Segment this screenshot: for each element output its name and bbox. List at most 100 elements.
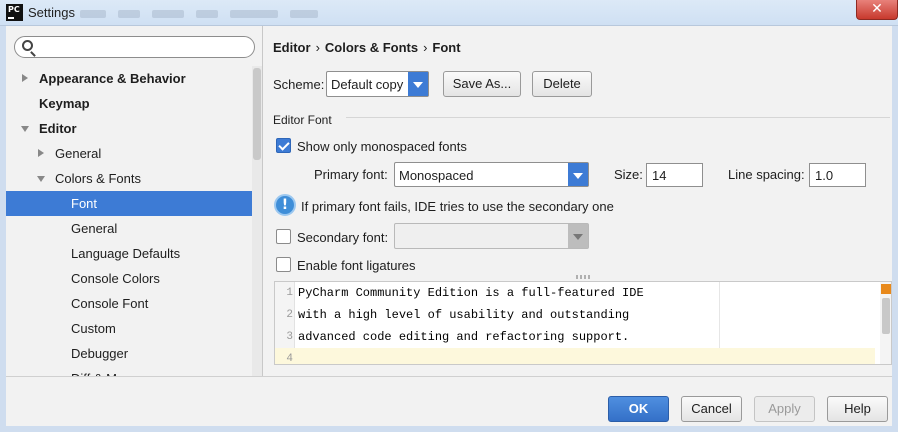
chevron-down-icon[interactable] — [568, 163, 588, 186]
tree-item-label: Colors & Fonts — [55, 171, 141, 186]
line-number: 3 — [286, 331, 293, 343]
editor-font-section-title: Editor Font — [273, 113, 332, 127]
line-number: 1 — [286, 287, 293, 299]
background-menu-ghost — [196, 10, 218, 18]
tree-item-label: Font — [71, 196, 98, 211]
preview-scrollbar[interactable] — [880, 282, 891, 364]
tree-item-label: Appearance & Behavior — [39, 71, 186, 86]
panel-splitter[interactable] — [262, 26, 263, 376]
chevron-right-icon[interactable] — [22, 74, 28, 82]
secondary-font-label[interactable]: Secondary font: — [297, 230, 388, 245]
close-button[interactable]: ✕ — [856, 0, 898, 20]
tree-item-label: General — [71, 221, 118, 236]
line-text: advanced code editing and refactoring su… — [298, 330, 630, 344]
tree-item-label: Language Defaults — [71, 246, 181, 261]
settings-sidebar: Appearance & Behavior Keymap Editor Gene… — [6, 26, 262, 376]
tree-item-label: Editor — [39, 121, 77, 136]
delete-button[interactable]: Delete — [532, 71, 592, 97]
preview-line-current: 4 — [275, 348, 875, 365]
preview-line: 3 advanced code editing and refactoring … — [275, 326, 875, 348]
scrollbar-thumb[interactable] — [882, 298, 890, 334]
cancel-button[interactable]: Cancel — [681, 396, 742, 422]
pycharm-logo-icon: PC — [6, 4, 23, 21]
line-text: PyCharm Community Edition is a full-feat… — [298, 286, 644, 300]
resize-handle[interactable] — [576, 275, 590, 279]
chevron-down-icon[interactable] — [408, 72, 428, 96]
tree-item-label: Console Font — [71, 296, 149, 311]
chevron-down-icon[interactable] — [568, 224, 588, 248]
scheme-label: Scheme: — [273, 77, 325, 92]
tree-item-editor-general[interactable]: General — [6, 141, 252, 166]
tree-item-label: Console Colors — [71, 271, 160, 286]
font-ligatures-label[interactable]: Enable font ligatures — [297, 258, 416, 273]
tree-item-colors-general[interactable]: General — [6, 216, 252, 241]
tree-item-font[interactable]: Font — [6, 191, 252, 216]
font-preview-editor[interactable]: 1 PyCharm Community Edition is a full-fe… — [274, 281, 892, 365]
fallback-info-text: If primary font fails, IDE tries to use … — [301, 199, 614, 214]
preview-line: 2 with a high level of usability and out… — [275, 304, 875, 326]
tree-item-label: Custom — [71, 321, 116, 336]
chevron-right-icon[interactable] — [38, 149, 44, 157]
search-input[interactable] — [39, 39, 249, 55]
window-frame: Appearance & Behavior Keymap Editor Gene… — [0, 26, 898, 432]
tree-item-label: General — [55, 146, 102, 161]
background-menu-ghost — [290, 10, 318, 18]
scheme-select[interactable]: Default copy — [326, 71, 429, 97]
background-menu-ghost — [80, 10, 106, 18]
primary-font-label: Primary font: — [314, 167, 388, 182]
font-ligatures-checkbox[interactable] — [276, 257, 291, 272]
breadcrumb-item: Editor — [273, 40, 311, 55]
tree-item-debugger[interactable]: Debugger — [6, 341, 252, 366]
background-menu-ghost — [118, 10, 140, 18]
tree-item-keymap[interactable]: Keymap — [6, 91, 252, 116]
preview-line: 1 PyCharm Community Edition is a full-fe… — [275, 282, 875, 304]
tree-item-colors-fonts[interactable]: Colors & Fonts — [6, 166, 252, 191]
chevron-down-icon[interactable] — [21, 126, 29, 132]
ok-button[interactable]: OK — [608, 396, 669, 422]
tree-item-custom[interactable]: Custom — [6, 316, 252, 341]
search-box[interactable] — [14, 36, 255, 58]
section-divider — [346, 117, 890, 118]
background-menu-ghost — [230, 10, 278, 18]
breadcrumb-separator: › — [423, 40, 428, 55]
help-button[interactable]: Help — [827, 396, 888, 422]
save-as-button[interactable]: Save As... — [443, 71, 521, 97]
settings-dialog: Appearance & Behavior Keymap Editor Gene… — [6, 26, 892, 426]
line-number: 2 — [286, 309, 293, 321]
tree-item-console-font[interactable]: Console Font — [6, 291, 252, 316]
line-spacing-label: Line spacing: — [728, 167, 805, 182]
size-label: Size: — [614, 167, 643, 182]
scheme-value: Default copy — [331, 77, 404, 92]
tree-item-language-defaults[interactable]: Language Defaults — [6, 241, 252, 266]
footer-divider — [6, 376, 892, 377]
tree-item-diff-merge[interactable]: Diff & Merge — [6, 366, 252, 376]
show-monospaced-label[interactable]: Show only monospaced fonts — [297, 139, 467, 154]
tree-item-editor[interactable]: Editor — [6, 116, 252, 141]
tree-item-label: Diff & Merge — [71, 366, 143, 376]
tree-item-appearance-behavior[interactable]: Appearance & Behavior — [6, 66, 252, 91]
primary-font-value: Monospaced — [399, 168, 474, 183]
apply-button[interactable]: Apply — [754, 396, 815, 422]
secondary-font-checkbox[interactable] — [276, 229, 291, 244]
chevron-down-icon[interactable] — [37, 176, 45, 182]
breadcrumb: Editor › Colors & Fonts › Font — [273, 40, 461, 55]
breadcrumb-item: Colors & Fonts — [324, 40, 419, 55]
breadcrumb-item: Font — [432, 40, 461, 55]
info-icon: ! — [274, 194, 296, 216]
line-text: with a high level of usability and outst… — [298, 308, 630, 322]
sidebar-scrollbar[interactable] — [252, 66, 262, 376]
line-spacing-input[interactable]: 1.0 — [809, 163, 866, 187]
tree-item-label: Keymap — [39, 96, 90, 111]
secondary-font-select[interactable] — [394, 223, 589, 249]
show-monospaced-checkbox[interactable] — [276, 138, 291, 153]
size-input[interactable]: 14 — [646, 163, 703, 187]
primary-font-select[interactable]: Monospaced — [394, 162, 589, 187]
tree-item-console-colors[interactable]: Console Colors — [6, 266, 252, 291]
title-bar: PC Settings ✕ — [0, 0, 898, 26]
scrollbar-thumb[interactable] — [253, 68, 261, 160]
line-number: 4 — [286, 353, 293, 365]
tree-item-label: Debugger — [71, 346, 129, 361]
error-stripe-marker-icon[interactable] — [881, 284, 891, 294]
window-title: Settings — [28, 5, 75, 20]
breadcrumb-separator: › — [315, 40, 320, 55]
